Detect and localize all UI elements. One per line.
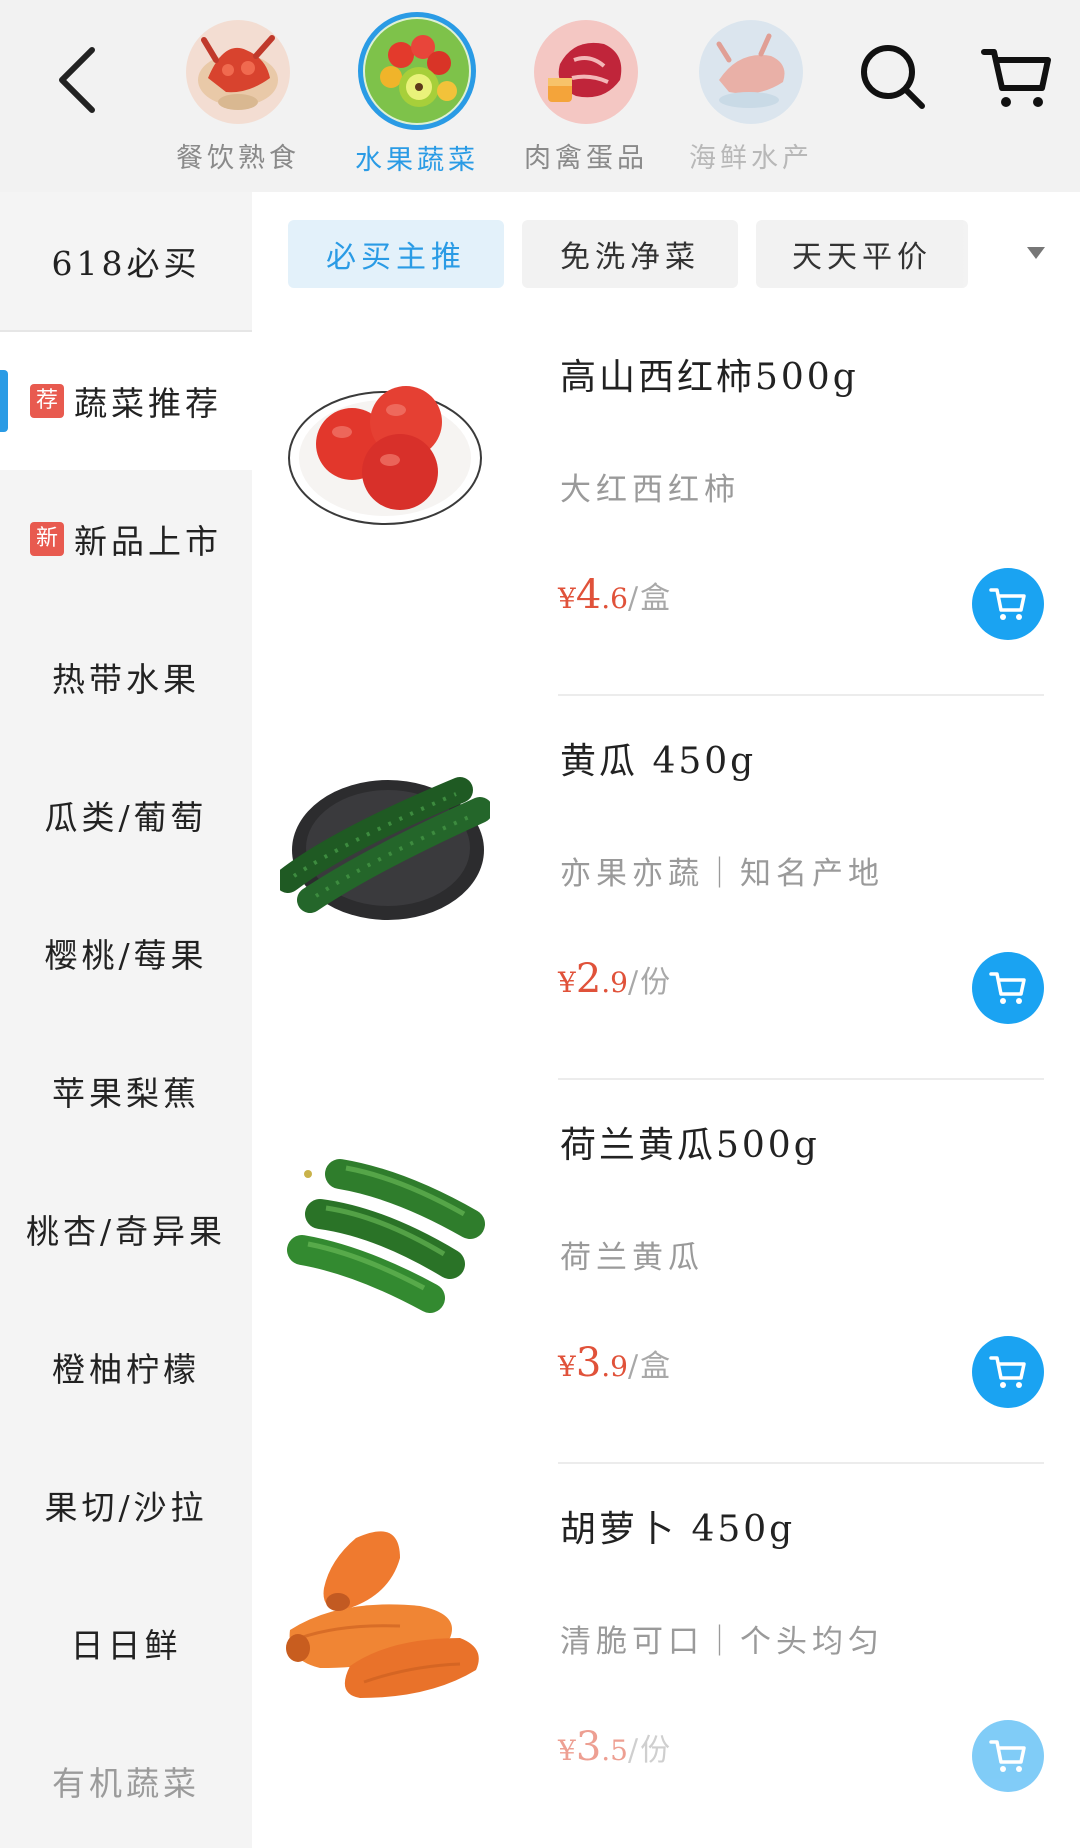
sidebar-item-organic-veg[interactable]: 有机蔬菜 (0, 1712, 252, 1848)
category-label: 水果蔬菜 (355, 145, 479, 176)
dutch-cucumber-image (280, 1114, 490, 1324)
sidebar-item-cherry-berry[interactable]: 樱桃/莓果 (0, 884, 252, 1022)
sub-category-tabs: 必买主推 免洗净菜 天天平价 (252, 192, 1080, 312)
sidebar-item-label: 蔬菜推荐 (74, 384, 222, 423)
sidebar-item-citrus[interactable]: 橙柚柠檬 (0, 1298, 252, 1436)
new-badge: 新 (30, 522, 64, 556)
cart-button[interactable] (980, 44, 1052, 112)
cart-icon (989, 972, 1026, 1004)
sidebar-item-fruit-salad[interactable]: 果切/沙拉 (0, 1436, 252, 1574)
price-unit: /盒 (628, 1349, 673, 1384)
sidebar-item-daily-fresh[interactable]: 日日鲜 (0, 1574, 252, 1712)
product-description: 荷兰黄瓜 (560, 1240, 704, 1276)
product-name: 黄瓜 450g (560, 741, 757, 782)
price-decimal: .9 (601, 966, 628, 999)
expand-tabs-button[interactable] (1008, 228, 1064, 278)
carrot-image (280, 1498, 490, 1708)
search-button[interactable] (856, 40, 928, 112)
product-card[interactable]: 胡萝卜 450g 清脆可口｜个头均匀 ¥3.5/份 (252, 1464, 1080, 1848)
product-card[interactable]: 黄瓜 450g 亦果亦蔬｜知名产地 ¥2.9/份 (252, 696, 1080, 1080)
price-unit: /份 (628, 965, 673, 1000)
category-dining[interactable]: 餐饮熟食 (168, 12, 308, 174)
category-label: 餐饮熟食 (176, 143, 300, 174)
sidebar-item-label: 樱桃/莓果 (44, 936, 208, 975)
add-to-cart-button[interactable] (972, 1720, 1044, 1792)
tab-must-buy[interactable]: 必买主推 (288, 220, 504, 288)
search-icon (861, 45, 925, 109)
product-card[interactable]: 荷兰黄瓜500g 荷兰黄瓜 ¥3.9/盒 (252, 1080, 1080, 1464)
product-description: 清脆可口｜个头均匀 (560, 1624, 884, 1660)
category-fruit-veg[interactable]: 水果蔬菜 (347, 12, 487, 176)
sidebar-item-peach-kiwi[interactable]: 桃杏/奇异果 (0, 1160, 252, 1298)
recommend-badge: 荐 (30, 384, 64, 418)
add-to-cart-button[interactable] (972, 1336, 1044, 1408)
price-unit: /份 (628, 1733, 673, 1768)
sidebar-item-label: 桃杏/奇异果 (25, 1212, 227, 1251)
top-category-bar: 餐饮熟食 水果蔬菜 肉禽蛋品 海鲜水产 (0, 0, 1080, 192)
sidebar-item-618[interactable]: 618必买 (0, 192, 252, 332)
shopping-cart-icon (981, 49, 1051, 107)
category-meat[interactable]: 肉禽蛋品 (516, 12, 656, 174)
caret-down-icon (1027, 247, 1045, 259)
sidebar-item-tropical-fruit[interactable]: 热带水果 (0, 608, 252, 746)
sidebar-item-label: 有机蔬菜 (52, 1764, 200, 1803)
fruit-veg-icon (358, 12, 476, 130)
price-unit: /盒 (628, 581, 673, 616)
currency-symbol: ¥ (558, 1734, 576, 1767)
add-to-cart-button[interactable] (972, 952, 1044, 1024)
seafood-dish-icon (186, 20, 290, 124)
category-sidebar: 618必买 荐 蔬菜推荐 新 新品上市 热带水果 瓜类/葡萄 樱桃/莓果 苹果梨… (0, 192, 252, 1848)
price-integer: 3 (575, 1340, 602, 1386)
currency-symbol: ¥ (558, 1350, 576, 1383)
sidebar-item-label: 苹果梨蕉 (52, 1074, 200, 1113)
product-price: ¥3.5/份 (558, 1724, 672, 1770)
category-label: 海鲜水产 (689, 143, 813, 172)
sidebar-item-label: 瓜类/葡萄 (44, 798, 208, 837)
sidebar-item-veg-recommend[interactable]: 荐 蔬菜推荐 (0, 332, 252, 470)
currency-symbol: ¥ (558, 966, 576, 999)
product-price: ¥4.6/盒 (558, 572, 672, 618)
cart-icon (989, 1356, 1026, 1388)
sidebar-item-label: 橙柚柠檬 (52, 1350, 200, 1389)
currency-symbol: ¥ (558, 582, 576, 615)
tomato-image (280, 346, 490, 556)
product-card[interactable]: 高山西红柿500g 大红西红柿 ¥4.6/盒 (252, 312, 1080, 696)
sidebar-item-label: 618必买 (51, 244, 201, 283)
price-integer: 4 (575, 572, 602, 618)
add-to-cart-button[interactable] (972, 568, 1044, 640)
product-name: 胡萝卜 450g (560, 1509, 796, 1550)
cart-icon (989, 588, 1026, 620)
price-decimal: .6 (601, 582, 628, 615)
cucumber-image (275, 730, 493, 940)
sidebar-item-apple-pear-banana[interactable]: 苹果梨蕉 (0, 1022, 252, 1160)
product-description: 亦果亦蔬｜知名产地 (560, 856, 884, 892)
price-integer: 2 (575, 956, 602, 1002)
category-seafood[interactable]: 海鲜水产 (686, 12, 816, 172)
product-name: 荷兰黄瓜500g (560, 1125, 820, 1166)
category-label: 肉禽蛋品 (524, 143, 648, 174)
sidebar-item-label: 新品上市 (74, 522, 222, 561)
price-decimal: .5 (601, 1734, 628, 1767)
tab-prewashed-veg[interactable]: 免洗净菜 (522, 220, 738, 288)
sidebar-item-label: 果切/沙拉 (44, 1488, 208, 1527)
sidebar-item-label: 热带水果 (52, 660, 200, 699)
product-price: ¥2.9/份 (558, 956, 672, 1002)
sidebar-item-melon-grape[interactable]: 瓜类/葡萄 (0, 746, 252, 884)
seafood-icon (699, 20, 803, 124)
product-name: 高山西红柿500g (560, 357, 859, 398)
tab-daily-low-price[interactable]: 天天平价 (756, 220, 968, 288)
meat-icon (534, 20, 638, 124)
product-description: 大红西红柿 (560, 472, 740, 508)
cart-icon (989, 1740, 1026, 1772)
sidebar-item-new-arrivals[interactable]: 新 新品上市 (0, 470, 252, 608)
back-button[interactable] (48, 40, 108, 120)
product-price: ¥3.9/盒 (558, 1340, 672, 1386)
sidebar-item-label: 日日鲜 (70, 1626, 182, 1665)
chevron-left-icon (59, 47, 95, 113)
price-integer: 3 (575, 1724, 602, 1770)
price-decimal: .9 (601, 1350, 628, 1383)
